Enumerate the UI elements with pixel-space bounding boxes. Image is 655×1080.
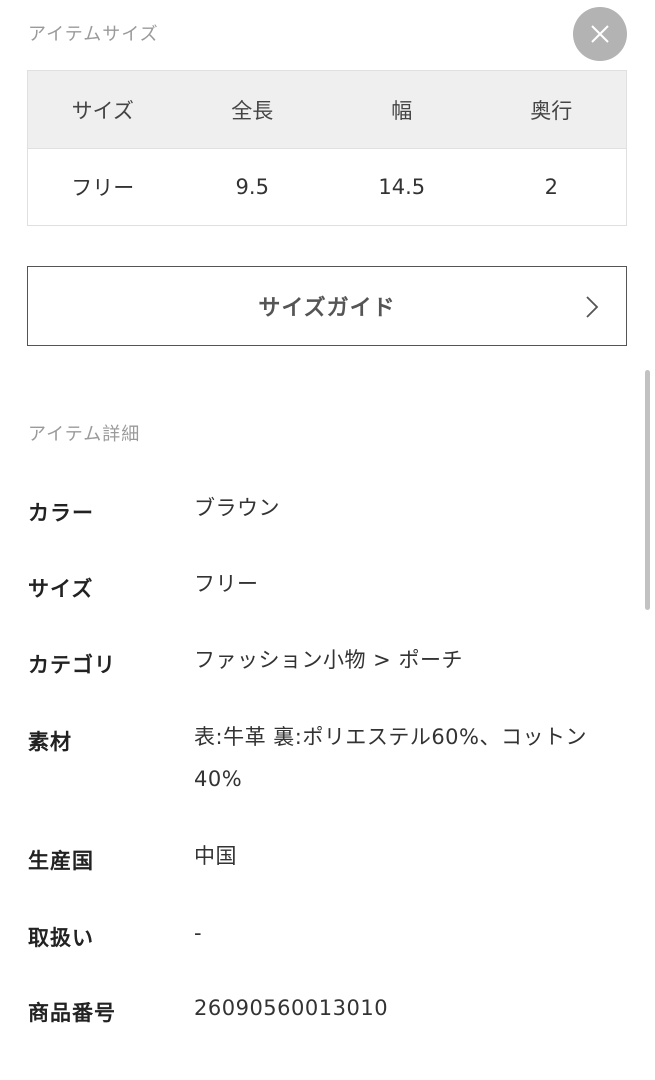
size-header-size: サイズ (71, 98, 134, 123)
detail-value: フリー (194, 572, 259, 596)
size-guide-button[interactable]: サイズガイド (27, 266, 627, 346)
detail-value: 26090560013010 (194, 996, 389, 1020)
size-cell-width: 14.5 (378, 175, 426, 199)
scrollbar[interactable] (645, 370, 650, 610)
detail-value: ブラウン (194, 496, 280, 520)
detail-label: カテゴリ (28, 653, 116, 677)
detail-label: サイズ (28, 577, 94, 601)
item-size-title: アイテムサイズ (28, 24, 159, 45)
chevron-right-icon (586, 296, 599, 318)
size-cell-length: 9.5 (235, 175, 269, 199)
detail-label: 生産国 (28, 849, 94, 873)
detail-label: 素材 (28, 730, 72, 754)
detail-label: カラー (28, 501, 94, 525)
table-row: フリー 9.5 14.5 2 (28, 149, 626, 225)
detail-value: ファッション小物 > ポーチ (194, 648, 463, 672)
size-header-depth: 奥行 (530, 98, 573, 123)
detail-value: 中国 (194, 844, 237, 868)
detail-label: 商品番号 (28, 1001, 116, 1025)
item-detail-title: アイテム詳細 (28, 424, 141, 445)
detail-label: 取扱い (28, 926, 94, 950)
size-cell-size: フリー (71, 176, 135, 200)
size-cell-depth: 2 (544, 175, 558, 199)
size-header-length: 全長 (231, 98, 274, 123)
size-guide-label: サイズガイド (258, 296, 396, 321)
close-button[interactable] (573, 7, 627, 61)
size-header-width: 幅 (391, 98, 413, 123)
size-table-header: サイズ 全長 幅 奥行 (28, 71, 626, 149)
close-icon (591, 25, 609, 43)
detail-value: - (194, 921, 203, 945)
item-info-panel: アイテムサイズ サイズ 全長 幅 奥行 フリー 9.5 14.5 2 サイズガイ… (0, 0, 655, 1080)
size-table: サイズ 全長 幅 奥行 フリー 9.5 14.5 2 (27, 70, 627, 226)
detail-value: 表:牛革 裏:ポリエステル60%、コットン40% (194, 725, 588, 791)
